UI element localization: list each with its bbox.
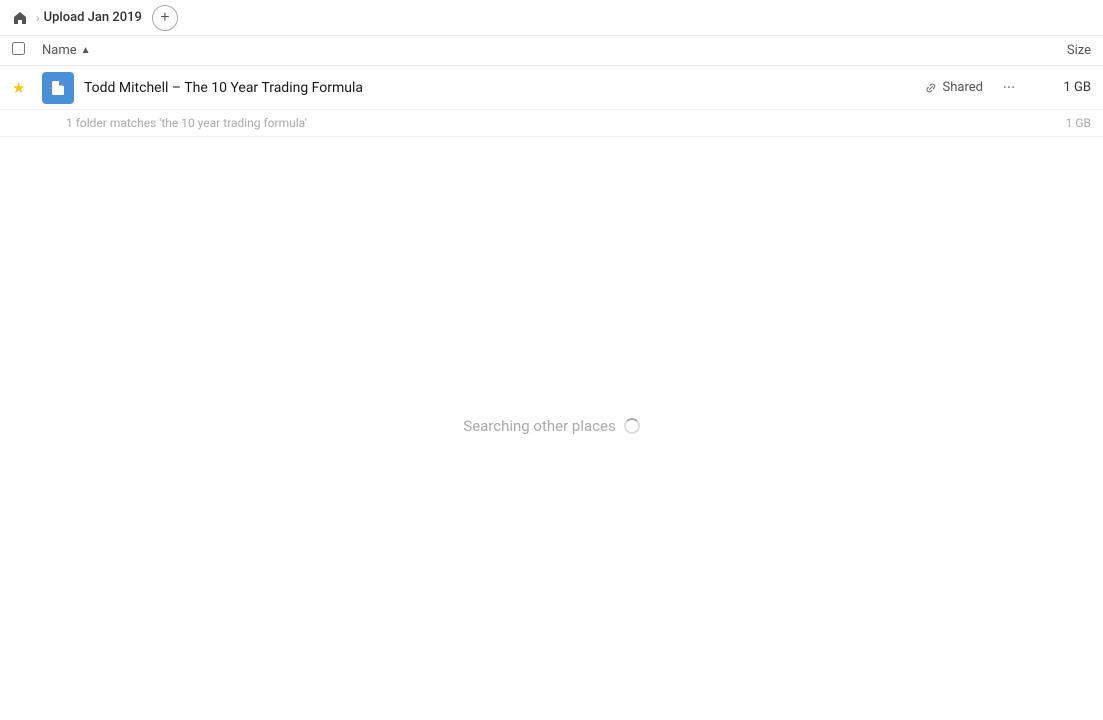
table-header: Name ▲ Size bbox=[0, 36, 1103, 66]
header: › Upload Jan 2019 + bbox=[0, 0, 1103, 36]
file-size-value: 1 GB bbox=[1031, 80, 1091, 95]
breadcrumb-label[interactable]: Upload Jan 2019 bbox=[44, 10, 142, 25]
link-icon bbox=[924, 81, 938, 95]
match-size: 1 GB bbox=[1066, 116, 1091, 130]
searching-section: Searching other places bbox=[0, 417, 1103, 435]
shared-label: Shared bbox=[943, 80, 983, 95]
searching-label: Searching other places bbox=[463, 417, 615, 435]
file-type-icon bbox=[42, 72, 74, 104]
sort-arrow-icon: ▲ bbox=[81, 45, 91, 56]
star-icon[interactable]: ★ bbox=[12, 79, 34, 97]
name-col-label: Name bbox=[42, 43, 77, 58]
col-name-header[interactable]: Name ▲ bbox=[42, 43, 1011, 58]
home-button[interactable] bbox=[12, 10, 28, 26]
more-icon: ··· bbox=[1003, 78, 1016, 97]
match-label: 1 folder matches 'the 10 year trading fo… bbox=[66, 116, 307, 130]
more-options-button[interactable]: ··· bbox=[995, 74, 1023, 102]
file-row[interactable]: ★ Todd Mitchell – The 10 Year Trading Fo… bbox=[0, 66, 1103, 110]
breadcrumb-separator: › bbox=[36, 11, 40, 25]
size-col-label: Size bbox=[1067, 43, 1091, 58]
col-size-header[interactable]: Size bbox=[1011, 43, 1091, 58]
match-label-row: 1 folder matches 'the 10 year trading fo… bbox=[0, 110, 1103, 137]
header-checkbox[interactable] bbox=[12, 42, 42, 59]
select-all-checkbox[interactable] bbox=[12, 42, 25, 55]
loading-spinner bbox=[624, 418, 640, 434]
shared-badge: Shared bbox=[924, 80, 983, 95]
file-name-label: Todd Mitchell – The 10 Year Trading Form… bbox=[84, 80, 924, 96]
row-checkbox-cell[interactable]: ★ bbox=[12, 79, 42, 97]
add-button[interactable]: + bbox=[152, 5, 178, 31]
